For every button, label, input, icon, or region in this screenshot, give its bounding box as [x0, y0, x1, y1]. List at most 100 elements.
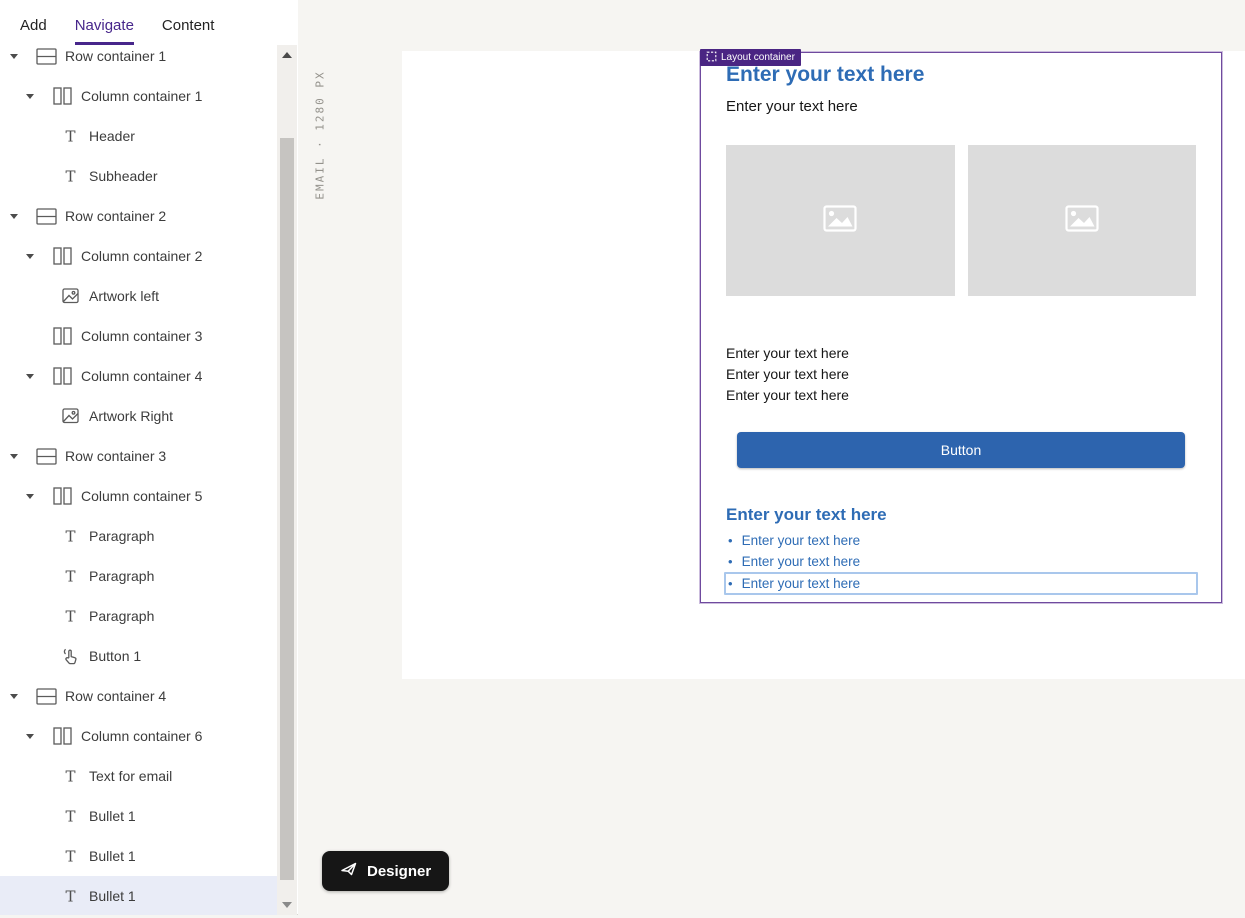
svg-text:T: T: [65, 568, 75, 584]
tree-item-label: Paragraph: [89, 608, 154, 624]
email-paragraph[interactable]: Enter your text here: [726, 364, 1196, 385]
tree-item-label: Bullet 1: [89, 848, 136, 864]
tree-item-label: Header: [89, 128, 135, 144]
expand-caret-icon[interactable]: [24, 734, 36, 739]
layer-tree: Row container 1Column container 1 T Header…: [0, 45, 277, 915]
scroll-up-arrow-icon[interactable]: [277, 47, 297, 63]
expand-caret-icon[interactable]: [8, 54, 20, 59]
designer-button[interactable]: Designer: [322, 851, 449, 891]
row-container-icon: [35, 448, 57, 465]
bullet-text: Enter your text here: [742, 574, 861, 593]
tree-item-label: Column container 5: [81, 488, 202, 504]
scroll-down-arrow-icon[interactable]: [277, 897, 297, 913]
bullet-dot: •: [728, 551, 733, 572]
svg-text:T: T: [65, 168, 75, 184]
image-placeholder-left[interactable]: [726, 145, 955, 296]
email-bullet-item[interactable]: • Enter your text here: [724, 572, 1198, 595]
layout-container-badge: Layout container: [700, 49, 801, 66]
navigator-panel: Add Navigate Content Row container 1Colu…: [0, 0, 298, 915]
text-icon: T: [59, 768, 81, 784]
email-subheader-text[interactable]: Enter your text here: [726, 97, 1196, 116]
panel-tabs: Add Navigate Content: [0, 0, 298, 45]
text-icon: T: [59, 528, 81, 544]
tree-item-label: Row container 2: [65, 208, 166, 224]
column-container-icon: [51, 487, 73, 505]
column-container-icon: [51, 727, 73, 745]
artwork-icon: [59, 408, 81, 424]
tree-item-text-for-email[interactable]: TText for email: [0, 756, 277, 796]
email-bullet-item[interactable]: •Enter your text here: [726, 530, 1196, 551]
email-bullet-item[interactable]: • Enter your text here: [726, 551, 1196, 572]
column-container-icon: [51, 327, 73, 345]
tree-item-row-container-4[interactable]: Row container 4: [0, 676, 277, 716]
email-button[interactable]: Button: [737, 432, 1185, 468]
email-paragraph[interactable]: Enter your text here: [726, 343, 1196, 364]
tree-item-label: Paragraph: [89, 568, 154, 584]
tree-item-paragraph[interactable]: T Paragraph: [0, 556, 277, 596]
text-icon: T: [59, 568, 81, 584]
tree-item-row-container-2[interactable]: Row container 2: [0, 196, 277, 236]
tree-item-row-container-1[interactable]: Row container 1: [0, 45, 277, 76]
text-icon: T: [59, 848, 81, 864]
svg-text:T: T: [65, 528, 75, 544]
expand-caret-icon[interactable]: [24, 374, 36, 379]
image-icon: [823, 205, 857, 237]
tab-add[interactable]: Add: [20, 17, 47, 45]
tree-item-bullet-1[interactable]: TBullet 1: [0, 876, 277, 915]
tree-item-column-container-6[interactable]: Column container 6: [0, 716, 277, 756]
tree-item-header[interactable]: T Header: [0, 116, 277, 156]
row-container-icon: [35, 48, 57, 65]
selection-frame-icon: [706, 51, 717, 65]
expand-caret-icon[interactable]: [24, 94, 36, 99]
expand-caret-icon[interactable]: [8, 454, 20, 459]
tree-item-label: Column container 4: [81, 368, 202, 384]
expand-caret-icon[interactable]: [8, 694, 20, 699]
bullet-dot: •: [728, 574, 733, 593]
bullet-text: Enter your text here: [742, 551, 861, 572]
expand-caret-icon[interactable]: [8, 214, 20, 219]
layout-container[interactable]: Layout container Enter your text here En…: [700, 52, 1222, 603]
tree-item-subheader[interactable]: TSubheader: [0, 156, 277, 196]
tree-item-column-container-4[interactable]: Column container 4: [0, 356, 277, 396]
canvas-size-label: EMAIL · 1280 PX: [314, 70, 327, 199]
expand-caret-icon[interactable]: [24, 254, 36, 259]
tree-item-artwork-left[interactable]: Artwork left: [0, 276, 277, 316]
tree-item-label: Paragraph: [89, 528, 154, 544]
tree-item-column-container-5[interactable]: Column container 5: [0, 476, 277, 516]
tree-item-row-container-3[interactable]: Row container 3: [0, 436, 277, 476]
tree-item-column-container-1[interactable]: Column container 1: [0, 76, 277, 116]
designer-button-label: Designer: [367, 863, 431, 880]
tree-scrollbar[interactable]: [277, 45, 297, 915]
text-icon: T: [59, 168, 81, 184]
svg-text:T: T: [65, 808, 75, 824]
svg-text:T: T: [65, 128, 75, 144]
tree-item-button-1[interactable]: Button 1: [0, 636, 277, 676]
artwork-icon: [59, 288, 81, 304]
tab-content[interactable]: Content: [162, 17, 215, 45]
tree-item-bullet-1[interactable]: T Bullet 1: [0, 836, 277, 876]
image-row: [726, 145, 1196, 296]
tab-navigate[interactable]: Navigate: [75, 17, 134, 45]
text-icon: T: [59, 128, 81, 144]
column-container-icon: [51, 367, 73, 385]
tree-item-column-container-3[interactable]: Column container 3: [0, 316, 277, 356]
tree-item-bullet-1[interactable]: TBullet 1: [0, 796, 277, 836]
expand-caret-icon[interactable]: [24, 494, 36, 499]
email-paragraphs: Enter your text hereEnter your text here…: [726, 343, 1196, 406]
column-container-icon: [51, 87, 73, 105]
tree-item-label: Row container 3: [65, 448, 166, 464]
email-section-header-text[interactable]: Enter your text here: [726, 505, 1196, 525]
email-canvas[interactable]: Layout container Enter your text here En…: [402, 51, 1245, 679]
tree-item-paragraph[interactable]: T Paragraph: [0, 516, 277, 556]
tree-item-column-container-2[interactable]: Column container 2: [0, 236, 277, 276]
tree-item-label: Column container 2: [81, 248, 202, 264]
tree-item-paragraph[interactable]: TParagraph: [0, 596, 277, 636]
text-icon: T: [59, 808, 81, 824]
send-plane-icon: [340, 861, 358, 881]
scrollbar-thumb[interactable]: [280, 138, 294, 880]
tree-item-label: Artwork Right: [89, 408, 173, 424]
tree-item-artwork-right[interactable]: Artwork Right: [0, 396, 277, 436]
image-placeholder-right[interactable]: [968, 145, 1197, 296]
email-paragraph[interactable]: Enter your text here: [726, 385, 1196, 406]
row-container-icon: [35, 688, 57, 705]
